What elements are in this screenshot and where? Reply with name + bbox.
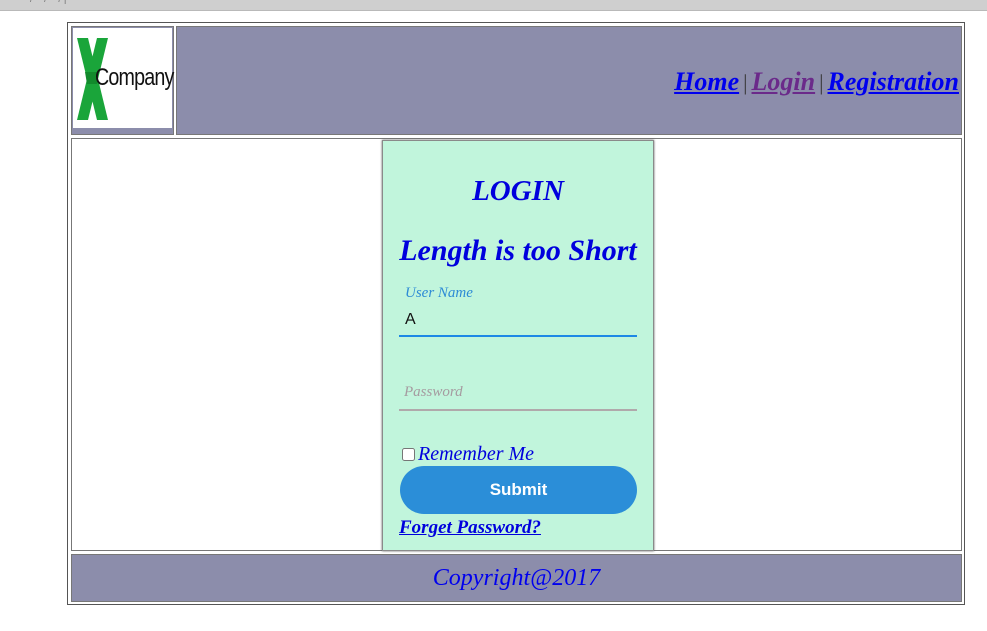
nav-separator: | bbox=[819, 70, 824, 95]
login-form: LOGIN Length is too Short User Name Reme… bbox=[382, 140, 654, 551]
footer: Copyright@2017 bbox=[71, 554, 962, 602]
header-nav-cell: Home | Login | Registration bbox=[176, 26, 962, 135]
logo-text: Company bbox=[95, 64, 174, 91]
remember-me-checkbox[interactable] bbox=[402, 448, 415, 461]
forgot-password-link[interactable]: Forget Password? bbox=[399, 517, 541, 539]
submit-button[interactable]: Submit bbox=[400, 466, 637, 514]
validation-error-message: Length is too Short bbox=[399, 234, 637, 267]
password-input[interactable] bbox=[399, 375, 637, 411]
nav-home-link[interactable]: Home bbox=[674, 67, 739, 96]
main-nav: Home | Login | Registration bbox=[674, 67, 959, 97]
username-input[interactable] bbox=[399, 305, 637, 337]
content-cell: LOGIN Length is too Short User Name Reme… bbox=[71, 138, 962, 551]
logo-cell: Company bbox=[71, 26, 174, 135]
remember-me-label: Remember Me bbox=[418, 443, 535, 465]
company-logo: Company bbox=[73, 28, 174, 128]
username-label: User Name bbox=[405, 285, 473, 301]
remember-me: Remember Me bbox=[402, 443, 534, 466]
copyright-text: Copyright@2017 bbox=[432, 565, 601, 591]
nav-separator: | bbox=[743, 70, 748, 95]
nav-login-link[interactable]: Login bbox=[752, 67, 816, 96]
page-table: Company Home | Login | Registration LOGIN Le… bbox=[67, 22, 965, 605]
browser-chrome-strip: / ~ / ~ / | bbox=[0, 0, 987, 11]
nav-registration-link[interactable]: Registration bbox=[828, 67, 959, 96]
login-title: LOGIN bbox=[472, 175, 564, 207]
address-fragment: / ~ / ~ / | bbox=[30, 0, 67, 5]
